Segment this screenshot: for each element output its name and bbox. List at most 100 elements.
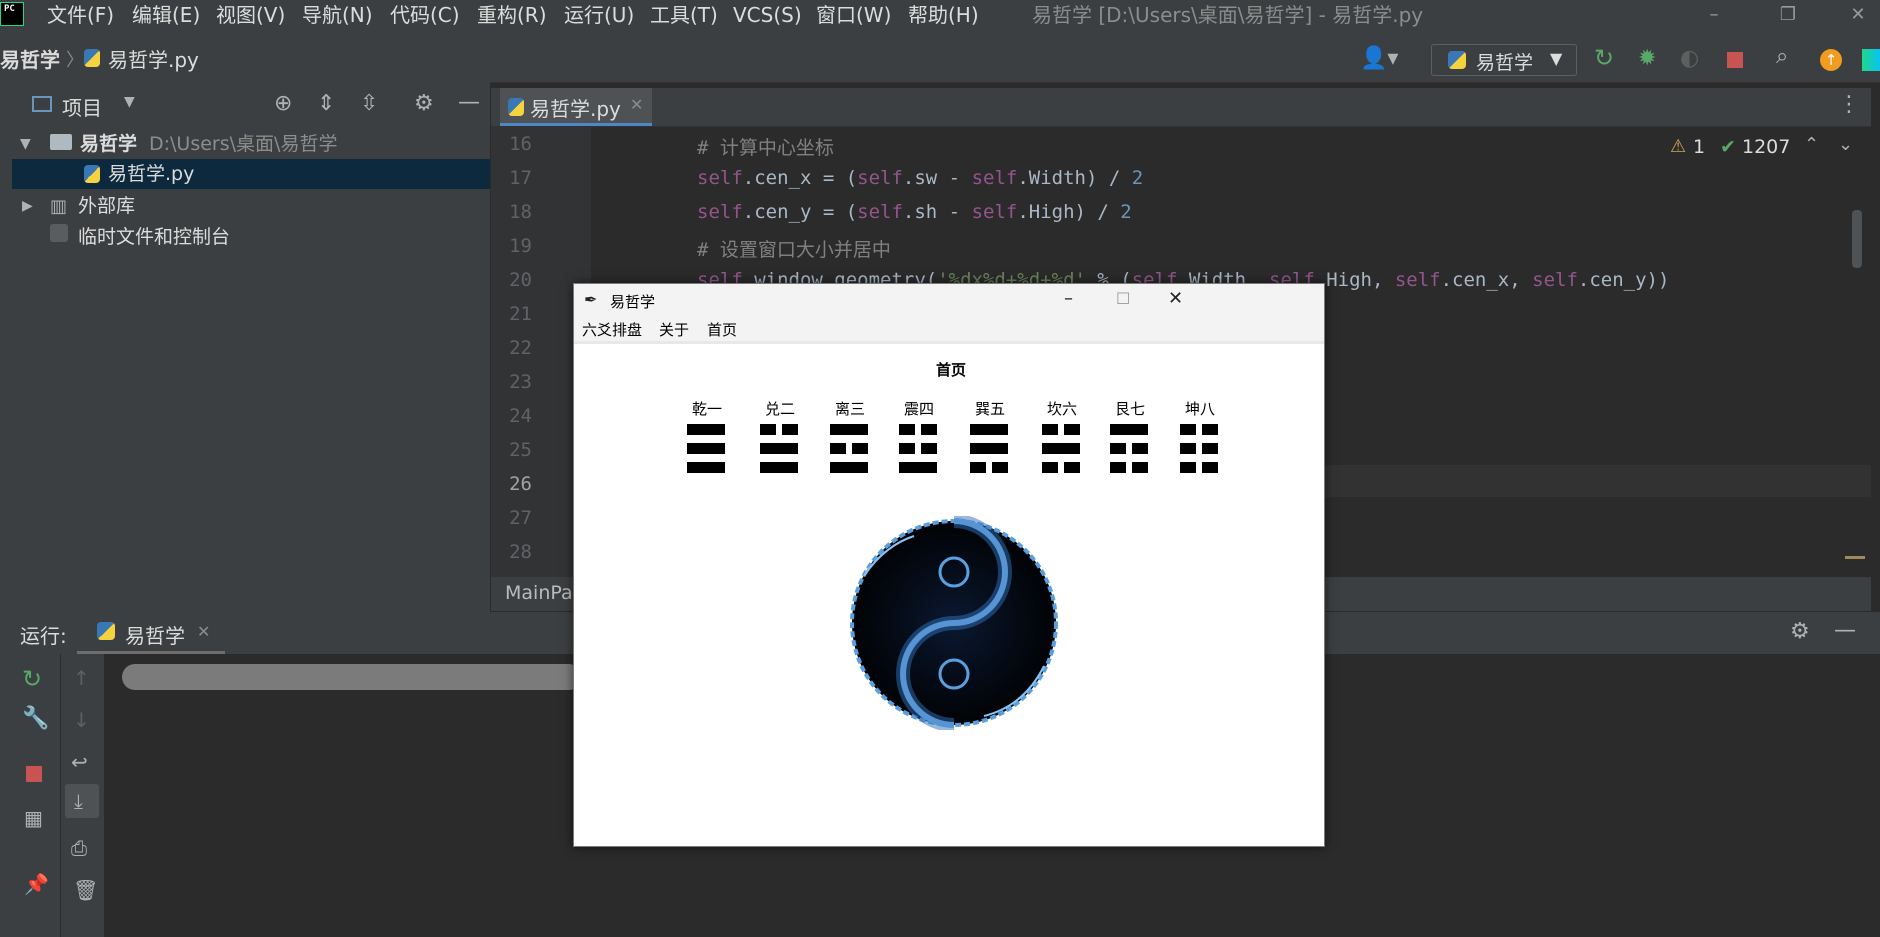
locate-icon[interactable]: ⊕: [274, 91, 292, 116]
line-number: 23: [509, 371, 532, 393]
tree-root-name[interactable]: 易哲学: [80, 129, 137, 159]
stop-icon[interactable]: [26, 766, 42, 782]
menu-vcs[interactable]: VCS(S): [733, 0, 802, 30]
trigram-yin-line: [1110, 443, 1126, 454]
expand-all-icon[interactable]: ⇕: [317, 91, 335, 116]
project-view-chevron-icon[interactable]: ▼: [124, 94, 135, 110]
menu-window[interactable]: 窗口(W): [816, 0, 891, 30]
run-tab[interactable]: 易哲学 ✕: [77, 612, 225, 654]
close-window-icon[interactable]: ✕: [1838, 0, 1878, 30]
trigram-name: 震四: [903, 400, 934, 418]
trash-icon[interactable]: 🗑: [73, 878, 98, 902]
main-menubar: PC 文件(F) 编辑(E) 视图(V) 导航(N) 代码(C) 重构(R) 运…: [0, 0, 1880, 30]
code-breadcrumb[interactable]: MainPa: [505, 582, 573, 604]
menu-edit[interactable]: 编辑(E): [132, 0, 200, 30]
next-highlight-icon[interactable]: ⌄: [1838, 134, 1853, 155]
code-line: self.cen_x = (self.sw - self.Width) / 2: [697, 167, 1144, 189]
update-icon[interactable]: ↑: [1820, 49, 1842, 71]
pin-icon[interactable]: 📌: [24, 872, 49, 896]
print-icon[interactable]: ⎙: [71, 836, 87, 860]
trigram-yin-line: [782, 424, 798, 435]
trigram-yang-line: [687, 443, 725, 454]
trigram-area: 乾一 兑二 离三 震四 巽五 坎六 艮七 坤八: [574, 284, 1324, 484]
tree-external-libs[interactable]: 外部库: [78, 191, 135, 221]
tab-close-icon[interactable]: ✕: [630, 95, 643, 114]
wrench-icon[interactable]: 🔧: [22, 706, 49, 731]
project-panel-title[interactable]: 项目: [62, 92, 102, 121]
trigram-yang-line: [899, 462, 937, 473]
search-icon[interactable]: ⌕: [1776, 44, 1788, 69]
menu-file[interactable]: 文件(F): [47, 0, 114, 30]
prev-highlight-icon[interactable]: ⌃: [1804, 134, 1819, 155]
trigram-yin-line: [1202, 424, 1218, 435]
gear-icon[interactable]: ⚙: [414, 91, 434, 116]
trigram-yin-line: [1042, 424, 1058, 435]
more-options-icon[interactable]: ⋮: [1838, 92, 1860, 117]
menu-view[interactable]: 视图(V): [216, 0, 285, 30]
down-arrow-icon[interactable]: ↓: [73, 708, 90, 732]
trigram-yin-line: [921, 443, 937, 454]
hide-panel-icon[interactable]: —: [1834, 618, 1856, 643]
menu-navigate[interactable]: 导航(N): [302, 0, 373, 30]
tree-root-path: D:\Users\桌面\易哲学: [149, 133, 338, 155]
menu-run[interactable]: 运行(U): [564, 0, 634, 30]
gear-icon[interactable]: ⚙: [1790, 619, 1810, 644]
code-line: self.cen_y = (self.sh - self.High) / 2: [697, 201, 1132, 223]
tree-collapse-icon[interactable]: ▶: [22, 191, 33, 221]
soft-wrap-icon[interactable]: ↩: [71, 750, 88, 774]
breadcrumb-project[interactable]: 易哲学: [0, 44, 60, 73]
python-file-icon: [84, 49, 100, 67]
stop-icon[interactable]: [1727, 52, 1743, 68]
trigram-yin-line: [992, 462, 1008, 473]
menu-tools[interactable]: 工具(T): [650, 0, 718, 30]
tree-expand-icon[interactable]: ▼: [20, 129, 31, 159]
coverage-icon[interactable]: ◐: [1680, 46, 1699, 71]
restore-icon[interactable]: ❐: [1768, 0, 1808, 30]
python-icon: [1448, 51, 1466, 69]
app-window: ✒ 易哲学 – ☐ ✕ 六爻排盘 关于 首页 首页 乾一 兑二 离三 震四 巽五 坎六 艮七…: [573, 283, 1325, 847]
editor-tab[interactable]: 易哲学.py ✕: [500, 88, 652, 126]
python-icon: [97, 622, 115, 640]
warning-icon[interactable]: ⚠: [1670, 136, 1686, 157]
breadcrumb-separator-icon: 〉: [66, 50, 84, 71]
menu-code[interactable]: 代码(C): [390, 0, 460, 30]
line-number: 20: [509, 269, 532, 291]
trigram-yang-line: [687, 462, 725, 473]
run-configuration-select[interactable]: 易哲学 ▼: [1431, 44, 1577, 76]
trigram-yin-line: [1202, 462, 1218, 473]
tree-scratches[interactable]: 临时文件和控制台: [78, 222, 230, 252]
plugin-icon[interactable]: [1862, 49, 1880, 71]
debug-icon[interactable]: ✹: [1638, 46, 1656, 71]
minimize-icon[interactable]: –: [1694, 0, 1734, 30]
library-icon: ▥: [50, 196, 68, 217]
hide-panel-icon[interactable]: —: [458, 90, 480, 115]
trigram-name: 坤八: [1184, 400, 1215, 418]
folder-icon: [50, 134, 72, 150]
collapse-all-icon[interactable]: ⇳: [360, 91, 378, 116]
menu-help[interactable]: 帮助(H): [908, 0, 979, 30]
tree-file[interactable]: 易哲学.py: [108, 159, 194, 189]
menu-refactor[interactable]: 重构(R): [477, 0, 547, 30]
user-icon[interactable]: 👤▾: [1360, 46, 1398, 71]
trigram-yang-line: [830, 424, 868, 435]
layout-icon[interactable]: ▦: [24, 806, 43, 830]
trigram-yin-line: [899, 443, 915, 454]
breadcrumb-file[interactable]: 易哲学.py: [108, 44, 199, 73]
trigram-name: 兑二: [764, 400, 795, 418]
trigram-yang-line: [687, 424, 725, 435]
project-window-icon: [32, 96, 52, 112]
trigram-yang-line: [760, 462, 798, 473]
editor-tab-label: 易哲学.py: [530, 97, 621, 121]
rerun-icon[interactable]: ↻: [22, 665, 42, 693]
tab-close-icon[interactable]: ✕: [197, 622, 210, 641]
python-file-icon: [84, 165, 100, 183]
check-count: 1207: [1742, 136, 1791, 158]
rerun-icon[interactable]: ↻: [1594, 44, 1614, 72]
up-arrow-icon[interactable]: ↑: [73, 666, 90, 690]
editor-scrollbar[interactable]: [1852, 210, 1862, 268]
chevron-down-icon: ▼: [1550, 49, 1563, 68]
trigram-name: 坎六: [1046, 400, 1077, 418]
scroll-to-end-icon[interactable]: ⤓: [65, 784, 99, 818]
check-icon[interactable]: ✔: [1720, 136, 1736, 158]
trigram-yin-line: [970, 462, 986, 473]
